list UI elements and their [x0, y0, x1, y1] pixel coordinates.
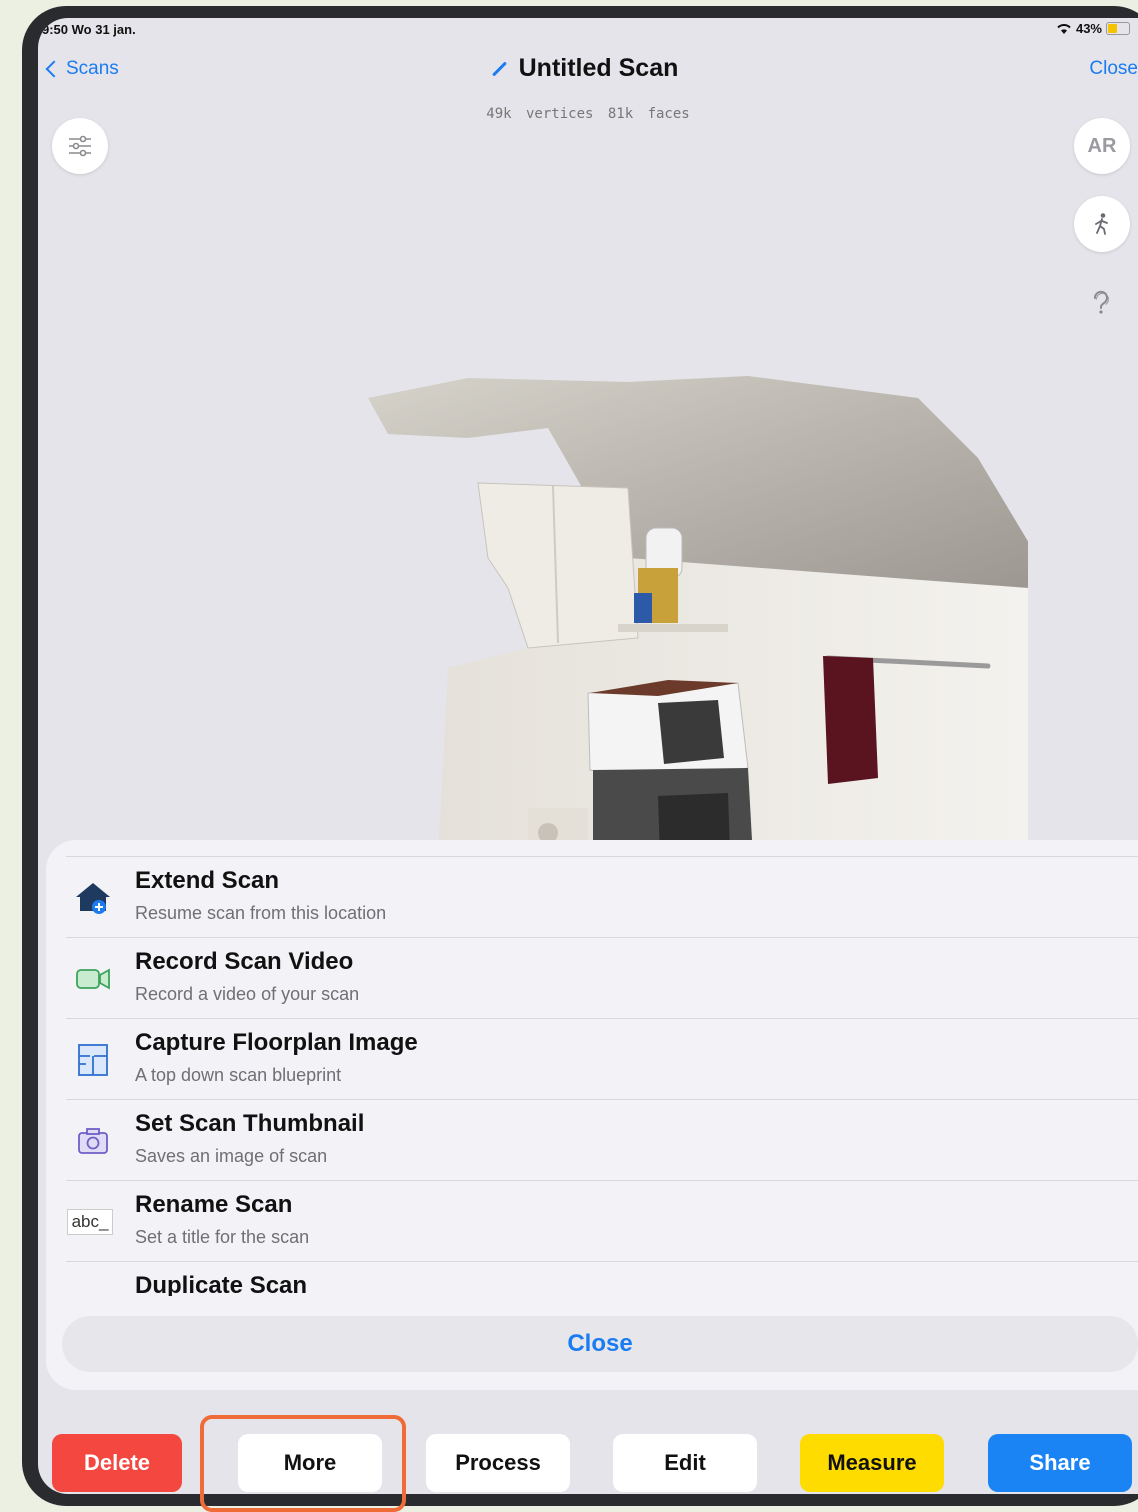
list-item-title: Capture Floorplan Image — [135, 1029, 418, 1056]
status-right: 43% — [1056, 21, 1130, 36]
list-item-subtitle: Set a title for the scan — [135, 1227, 310, 1247]
battery-icon — [1106, 22, 1130, 35]
status-bar: 9:50 Wo 31 jan. 43% — [38, 20, 1138, 42]
list-item-extend-scan[interactable]: Extend Scan Resume scan from this locati… — [66, 856, 1138, 937]
pencil-icon — [491, 61, 507, 77]
list-item-set-thumbnail[interactable]: Set Scan Thumbnail Saves an image of sca… — [66, 1099, 1138, 1180]
list-item-title: Set Scan Thumbnail — [135, 1110, 365, 1137]
more-button-highlight — [200, 1415, 406, 1512]
page-title-text: Untitled Scan — [518, 54, 679, 82]
list-item-rename-scan[interactable]: abc_ Rename Scan Set a title for the sca… — [66, 1180, 1138, 1261]
battery-percent: 43% — [1075, 21, 1102, 36]
list-item-title: Duplicate Scan — [135, 1272, 308, 1296]
more-actions-sheet: Extend Scan Resume scan from this locati… — [46, 840, 1138, 1390]
page-title[interactable]: Untitled Scan — [38, 54, 1138, 83]
sheet-close-button[interactable]: Close — [62, 1316, 1138, 1372]
walk-mode-button[interactable] — [1074, 196, 1130, 252]
list-item-duplicate-scan[interactable]: Duplicate Scan — [66, 1261, 1138, 1296]
process-button[interactable]: Process — [426, 1434, 570, 1492]
help-icon[interactable] — [1090, 290, 1112, 316]
sliders-icon — [69, 135, 91, 157]
scan-model-view[interactable] — [328, 338, 1028, 858]
action-list: Extend Scan Resume scan from this locati… — [46, 856, 1138, 1296]
close-button[interactable]: Close — [1089, 58, 1138, 80]
list-item-title: Extend Scan — [135, 867, 280, 894]
floorplan-icon — [74, 1041, 112, 1079]
edit-button[interactable]: Edit — [613, 1434, 757, 1492]
text-field-icon: abc_ — [62, 1203, 118, 1241]
wifi-icon — [1057, 23, 1071, 34]
measure-button[interactable]: Measure — [800, 1434, 944, 1492]
list-item-title: Rename Scan — [135, 1191, 293, 1218]
ar-label: AR — [1087, 134, 1117, 157]
app-screen: 9:50 Wo 31 jan. 43% Scans Untitled Scan … — [38, 18, 1138, 1494]
status-time: 9:50 Wo 31 jan. — [42, 22, 136, 37]
list-item-subtitle: Resume scan from this location — [135, 903, 387, 923]
scan-stats: 49k vertices 81k faces — [486, 106, 690, 122]
video-camera-icon — [74, 960, 112, 998]
share-button[interactable]: Share — [988, 1434, 1132, 1492]
list-item-subtitle: Saves an image of scan — [135, 1146, 328, 1166]
house-plus-icon — [74, 879, 112, 917]
walking-person-icon — [1095, 213, 1108, 235]
text-field-icon-label: abc_ — [66, 1209, 114, 1235]
ar-button[interactable]: AR — [1074, 118, 1130, 174]
delete-button[interactable]: Delete — [52, 1434, 182, 1492]
list-item-title: Record Scan Video — [135, 948, 354, 975]
list-item-subtitle: A top down scan blueprint — [135, 1065, 342, 1085]
list-item-capture-floorplan[interactable]: Capture Floorplan Image A top down scan … — [66, 1018, 1138, 1099]
list-item-record-scan-video[interactable]: Record Scan Video Record a video of your… — [66, 937, 1138, 1018]
duplicate-icon — [74, 1288, 112, 1296]
list-item-subtitle: Record a video of your scan — [135, 984, 360, 1004]
settings-button[interactable] — [52, 118, 108, 174]
camera-icon — [74, 1122, 112, 1160]
